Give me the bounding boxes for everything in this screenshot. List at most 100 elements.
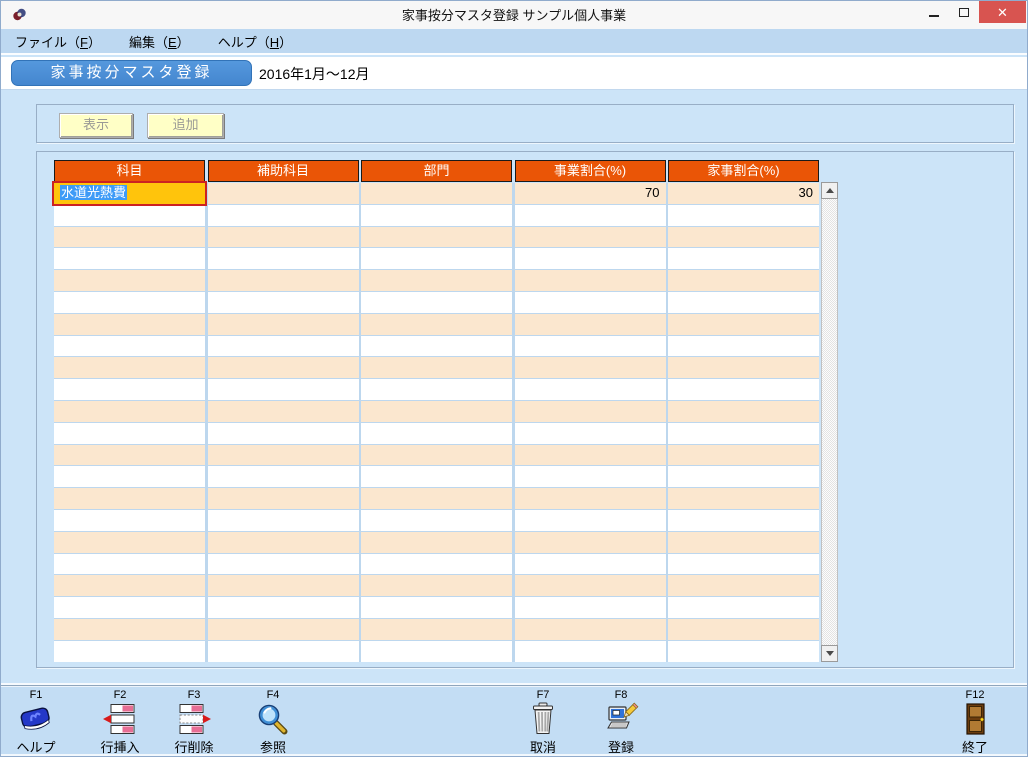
grid-cell[interactable] — [208, 183, 359, 204]
grid-cell[interactable] — [361, 357, 512, 378]
menu-item-help[interactable]: ヘルプ（H） — [218, 32, 292, 51]
minimize-icon[interactable] — [919, 1, 949, 23]
grid-cell[interactable] — [668, 270, 819, 291]
grid-cell[interactable] — [361, 466, 512, 487]
grid-cell[interactable] — [515, 357, 666, 378]
grid-cell[interactable] — [208, 532, 359, 553]
grid-cell[interactable] — [668, 336, 819, 357]
grid-cell[interactable] — [515, 270, 666, 291]
grid-cell[interactable] — [515, 510, 666, 531]
grid-cell[interactable] — [54, 597, 205, 618]
grid-cell[interactable] — [361, 554, 512, 575]
grid-cell[interactable] — [54, 292, 205, 313]
grid-cell[interactable] — [208, 575, 359, 596]
grid-cell[interactable] — [515, 445, 666, 466]
grid-cell[interactable] — [54, 641, 205, 662]
toolbar-button-f3[interactable]: F3行削除 — [162, 689, 226, 756]
grid-cell[interactable] — [208, 248, 359, 269]
grid-cell[interactable] — [208, 619, 359, 640]
grid-cell[interactable] — [668, 641, 819, 662]
grid-cell[interactable] — [668, 488, 819, 509]
grid-cell[interactable] — [515, 227, 666, 248]
grid-cell[interactable] — [668, 379, 819, 400]
scroll-down-icon[interactable] — [821, 645, 838, 662]
grid-cell[interactable] — [515, 314, 666, 335]
toolbar-button-f4[interactable]: F4参照 — [241, 689, 305, 756]
grid-cell[interactable] — [208, 336, 359, 357]
grid-cell[interactable] — [208, 357, 359, 378]
grid-cell[interactable] — [515, 575, 666, 596]
grid-cell[interactable] — [515, 205, 666, 226]
grid-cell[interactable] — [515, 379, 666, 400]
grid-cell[interactable] — [54, 336, 205, 357]
grid-cell[interactable] — [361, 401, 512, 422]
toolbar-button-f12[interactable]: F12終了 — [943, 689, 1007, 756]
grid-cell[interactable] — [208, 488, 359, 509]
grid-cell[interactable] — [208, 466, 359, 487]
grid-cell[interactable] — [361, 227, 512, 248]
grid-cell[interactable] — [668, 314, 819, 335]
grid-cell[interactable] — [54, 379, 205, 400]
grid-cell[interactable] — [668, 423, 819, 444]
grid-cell[interactable] — [668, 466, 819, 487]
grid-cell[interactable] — [515, 336, 666, 357]
show-button[interactable]: 表示 — [59, 113, 133, 138]
grid-cell[interactable] — [208, 292, 359, 313]
grid-cell[interactable] — [361, 532, 512, 553]
grid-cell[interactable] — [668, 619, 819, 640]
maximize-icon[interactable] — [949, 1, 979, 23]
grid-cell[interactable] — [361, 488, 512, 509]
grid-cell[interactable] — [668, 292, 819, 313]
menu-item-edit[interactable]: 編集（E） — [129, 32, 190, 51]
grid-cell[interactable] — [361, 423, 512, 444]
grid-cell[interactable] — [208, 554, 359, 575]
grid-cell[interactable] — [54, 248, 205, 269]
grid-cell[interactable] — [515, 488, 666, 509]
grid-cell[interactable]: 70 — [515, 183, 666, 204]
toolbar-button-f7[interactable]: F7取消 — [511, 689, 575, 756]
grid-cell[interactable] — [515, 401, 666, 422]
grid-cell[interactable] — [361, 445, 512, 466]
close-icon[interactable]: ✕ — [979, 1, 1026, 23]
grid-cell[interactable] — [208, 205, 359, 226]
grid-cell[interactable] — [208, 597, 359, 618]
grid-cell[interactable] — [361, 379, 512, 400]
grid-cell[interactable]: 30 — [668, 183, 819, 204]
grid-cell[interactable] — [668, 597, 819, 618]
grid-cell[interactable] — [208, 510, 359, 531]
grid-cell[interactable] — [54, 423, 205, 444]
grid-cell[interactable] — [515, 619, 666, 640]
grid-cell[interactable] — [361, 248, 512, 269]
grid-cell[interactable] — [515, 597, 666, 618]
grid-cell[interactable] — [668, 510, 819, 531]
grid-cell[interactable] — [361, 183, 512, 204]
grid-cell[interactable] — [208, 227, 359, 248]
grid-cell[interactable] — [54, 205, 205, 226]
grid-cell[interactable] — [208, 379, 359, 400]
grid-cell[interactable] — [361, 510, 512, 531]
grid-cell[interactable] — [515, 532, 666, 553]
grid-cell[interactable] — [668, 248, 819, 269]
grid-cell[interactable] — [208, 423, 359, 444]
grid-cell[interactable] — [668, 532, 819, 553]
grid-cell[interactable] — [361, 270, 512, 291]
grid-cell[interactable] — [361, 641, 512, 662]
grid-cell[interactable] — [208, 314, 359, 335]
grid-cell[interactable]: 水道光熱費 — [54, 183, 205, 204]
toolbar-button-f8[interactable]: F8登録 — [589, 689, 653, 756]
grid-cell[interactable] — [54, 575, 205, 596]
toolbar-button-f1[interactable]: F1ヘルプ — [4, 689, 68, 756]
grid-cell[interactable] — [208, 641, 359, 662]
grid-cell[interactable] — [361, 597, 512, 618]
grid-cell[interactable] — [668, 554, 819, 575]
toolbar-button-f2[interactable]: F2行挿入 — [88, 689, 152, 756]
grid-cell[interactable] — [54, 314, 205, 335]
grid-cell[interactable] — [361, 336, 512, 357]
menu-item-file[interactable]: ファイル（F） — [15, 32, 101, 51]
grid-cell[interactable] — [54, 619, 205, 640]
grid-cell[interactable] — [54, 357, 205, 378]
grid-cell[interactable] — [361, 205, 512, 226]
grid-cell[interactable] — [208, 445, 359, 466]
add-button[interactable]: 追加 — [147, 113, 224, 138]
grid-cell[interactable] — [668, 205, 819, 226]
